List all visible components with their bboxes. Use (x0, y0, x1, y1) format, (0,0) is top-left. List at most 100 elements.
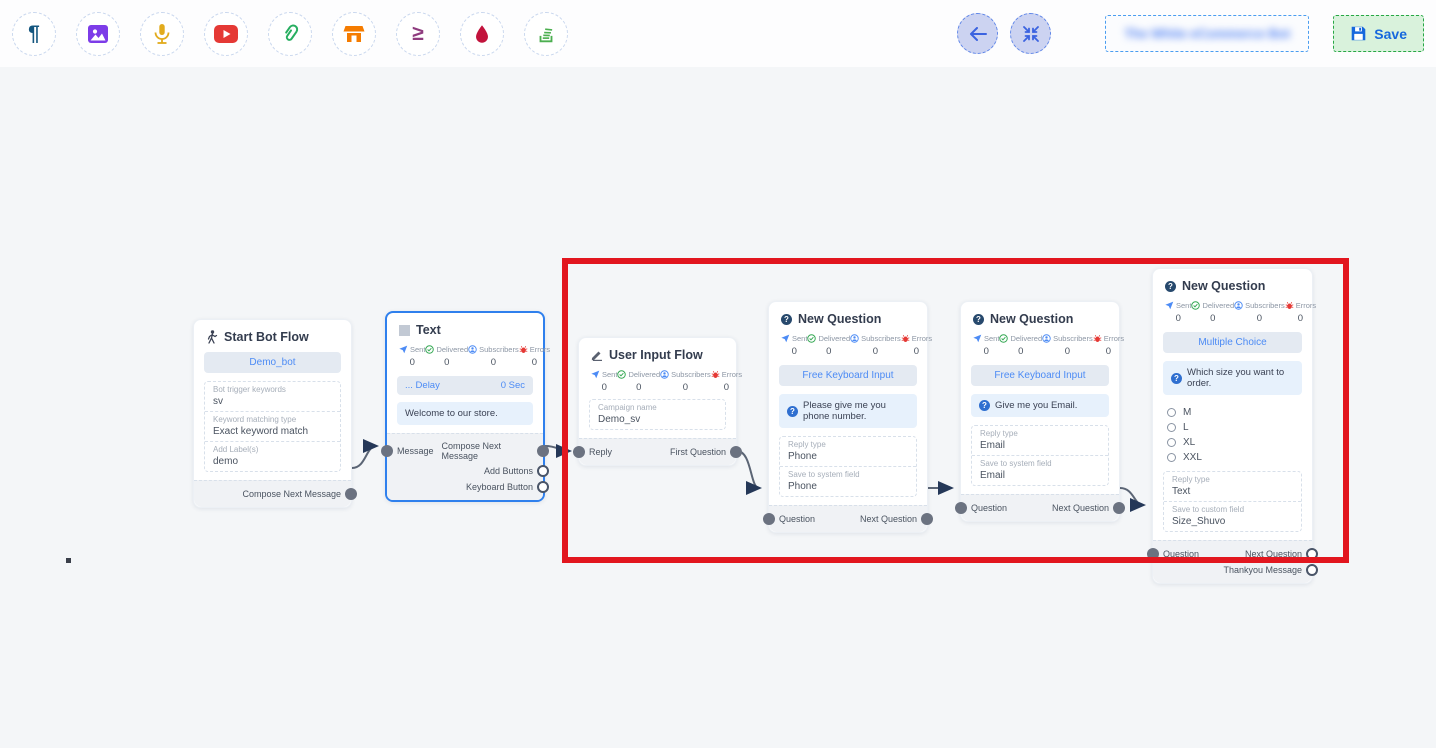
port-compose-next-message[interactable] (537, 445, 549, 457)
question-preview[interactable]: ? Please give me you phone number. (779, 394, 917, 428)
sent-plane-icon (591, 370, 600, 379)
port-reply-input[interactable] (573, 446, 585, 458)
errors-bug-icon (901, 334, 910, 343)
question-preview[interactable]: ? Which size you want to order. (1163, 361, 1302, 395)
output-label: Keyboard Button (466, 482, 533, 492)
errors-count: 0 (519, 357, 550, 368)
stats-row: Sent0 Delivered0 Subscribers0 Errors0 (397, 343, 533, 374)
text-component-button[interactable]: ¶ (12, 12, 56, 56)
question-icon: ? (979, 400, 990, 411)
node-text[interactable]: Text Sent0 Delivered0 Subscribers0 Error… (385, 311, 545, 502)
subscribers-icon (660, 370, 669, 379)
node-start-bot-flow[interactable]: Start Bot Flow Demo_bot Bot trigger keyw… (193, 319, 352, 508)
field-row[interactable]: Reply type Text (1164, 472, 1301, 501)
port-thankyou-message[interactable] (1306, 564, 1318, 576)
radio-icon[interactable] (1167, 408, 1176, 417)
field-row[interactable]: Keyword matching type Exact keyword matc… (205, 411, 340, 441)
delivered-check-icon (617, 370, 626, 379)
fit-screen-button[interactable] (1010, 13, 1051, 54)
drip-component-button[interactable] (460, 12, 504, 56)
audio-component-button[interactable] (140, 12, 184, 56)
delivered-check-icon (425, 345, 434, 354)
port-next-question[interactable] (921, 513, 933, 525)
node-title: User Input Flow (609, 348, 703, 362)
question-type-pill[interactable]: Multiple Choice (1163, 332, 1302, 353)
node-user-input-flow[interactable]: User Input Flow Sent0 Delivered0 Subscri… (578, 337, 737, 466)
input-label: Message (397, 446, 434, 456)
node-new-question-3[interactable]: ? New Question Sent0 Delivered0 Subscrib… (1152, 268, 1313, 584)
port-compose-next-message[interactable] (345, 488, 357, 500)
port-next-question[interactable] (1113, 502, 1125, 514)
field-row[interactable]: Save to custom field Size_Shuvo (1164, 501, 1301, 531)
port-question-input[interactable] (1147, 548, 1159, 560)
video-component-button[interactable] (204, 12, 248, 56)
port-next-question[interactable] (1306, 548, 1318, 560)
save-icon (1350, 25, 1367, 42)
stack-component-button[interactable] (524, 12, 568, 56)
input-label: Question (1163, 549, 1199, 559)
port-question-input[interactable] (763, 513, 775, 525)
delivered-check-icon (999, 334, 1008, 343)
question-preview[interactable]: ? Give me you Email. (971, 394, 1109, 417)
question-icon: ? (1171, 373, 1182, 384)
port-add-buttons[interactable] (537, 465, 549, 477)
radio-icon[interactable] (1167, 438, 1176, 447)
question-fields: Reply type Phone Save to system field Ph… (779, 436, 917, 497)
sent-plane-icon (1165, 301, 1174, 310)
file-component-button[interactable] (268, 12, 312, 56)
delay-label: ... Delay (405, 380, 440, 391)
errors-bug-icon (1285, 301, 1294, 310)
image-component-button[interactable] (76, 12, 120, 56)
sent-plane-icon (399, 345, 408, 354)
question-icon: ? (1165, 281, 1176, 292)
port-keyboard-button[interactable] (537, 481, 549, 493)
choice-option[interactable]: M (1167, 405, 1298, 420)
node-new-question-1[interactable]: ? New Question Sent0 Delivered0 Subscrib… (768, 301, 928, 533)
question-type-pill[interactable]: Free Keyboard Input (779, 365, 917, 386)
question-icon: ? (973, 314, 984, 325)
text-block-icon (399, 325, 410, 336)
question-icon: ? (781, 314, 792, 325)
stats-row: Sent0 Delivered0 Subscribers0 Errors0 (589, 368, 726, 399)
choice-option[interactable]: XXL (1167, 450, 1298, 465)
save-button[interactable]: Save (1333, 15, 1424, 52)
field-row[interactable]: Save to system field Phone (780, 466, 916, 496)
choice-option[interactable]: XL (1167, 435, 1298, 450)
node-title: New Question (798, 312, 881, 326)
bot-name-pill[interactable]: Demo_bot (204, 352, 341, 373)
field-row[interactable]: Reply type Email (972, 426, 1108, 455)
paperclip-icon (278, 22, 302, 46)
store-component-button[interactable] (332, 12, 376, 56)
radio-icon[interactable] (1167, 453, 1176, 462)
top-toolbar: ¶ (0, 0, 1436, 67)
stats-row: Sent0 Delivered0 Subscribers0 Errors0 (1163, 299, 1302, 330)
node-new-question-2[interactable]: ? New Question Sent0 Delivered0 Subscrib… (960, 301, 1120, 522)
component-toolbar: ¶ (12, 12, 568, 56)
field-row[interactable]: Add Label(s) demo (205, 441, 340, 471)
field-row[interactable]: Campaign name Demo_sv (590, 400, 725, 429)
field-row[interactable]: Bot trigger keywords sv (205, 382, 340, 411)
node-title: Start Bot Flow (224, 330, 309, 344)
condition-component-button[interactable]: ≥ (396, 12, 440, 56)
errors-bug-icon (1093, 334, 1102, 343)
radio-icon[interactable] (1167, 423, 1176, 432)
droplet-icon (471, 23, 493, 45)
subscribers-icon (850, 334, 859, 343)
choice-option[interactable]: L (1167, 420, 1298, 435)
output-label: Next Question (1052, 503, 1109, 513)
field-row[interactable]: Save to system field Email (972, 455, 1108, 485)
flow-name-field[interactable]: The White eCommerce Bot (1105, 15, 1309, 52)
flow-actions: The White eCommerce Bot Save (957, 13, 1424, 54)
delivered-check-icon (1191, 301, 1200, 310)
store-icon (342, 22, 366, 46)
port-message-input[interactable] (381, 445, 393, 457)
port-first-question[interactable] (730, 446, 742, 458)
question-type-pill[interactable]: Free Keyboard Input (971, 365, 1109, 386)
delay-bar[interactable]: ... Delay 0 Sec (397, 376, 533, 395)
message-preview[interactable]: Welcome to our store. (397, 402, 533, 425)
back-button[interactable] (957, 13, 998, 54)
question-fields: Reply type Email Save to system field Em… (971, 425, 1109, 486)
delivered-count: 0 (425, 357, 468, 368)
port-question-input[interactable] (955, 502, 967, 514)
field-row[interactable]: Reply type Phone (780, 437, 916, 466)
